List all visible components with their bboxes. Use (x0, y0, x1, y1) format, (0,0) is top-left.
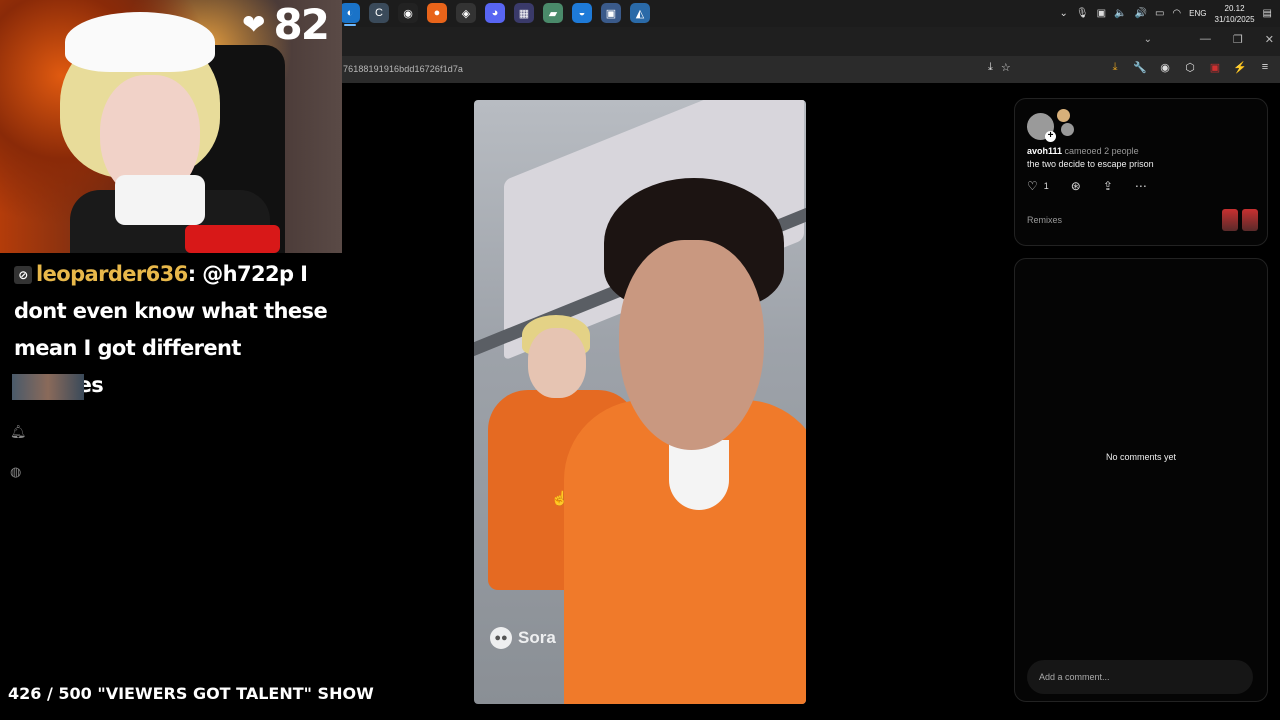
remix-button[interactable]: ⊛ (1071, 179, 1081, 193)
app-icon[interactable]: ▦ (514, 3, 534, 23)
window-controls: — ❐ ✕ (1200, 33, 1274, 46)
restore-icon[interactable]: ❐ (1233, 33, 1243, 46)
avatar-group[interactable]: + (1027, 109, 1087, 142)
install-app-icon[interactable]: ⤓ (988, 61, 993, 74)
heart-outline-icon: ♡ (1027, 179, 1038, 193)
url-text[interactable]: 76188191916bdd16726f1d7a (343, 64, 463, 74)
post-caption: the two decide to escape prison (1027, 159, 1154, 169)
more-icon: ⋯ (1134, 179, 1147, 193)
like-count: 1 (1043, 181, 1049, 191)
firefox-icon[interactable]: ● (427, 3, 447, 23)
streamer-collar (115, 175, 205, 225)
sora-watermark: ●● Sora (490, 627, 556, 649)
extensions-toolbar: ⤓ 🔧 ◉ ⬡ ▣ ⚡ ≡ (1108, 61, 1272, 74)
volume-icon[interactable]: 🔊 (1135, 8, 1147, 19)
share-button[interactable]: ⇪ (1103, 179, 1113, 193)
minimize-icon[interactable]: — (1200, 33, 1211, 46)
clock-date: 31/10/2025 (1214, 14, 1255, 24)
download-icon[interactable]: ⤓ (1108, 61, 1122, 74)
clock[interactable]: 20.12 31/10/2025 (1215, 3, 1255, 25)
network-icon[interactable]: ▭ (1155, 8, 1164, 19)
stream-title: 426 / 500 "VIEWERS GOT TALENT" SHOW (8, 684, 374, 703)
bell-icon[interactable]: 🔔︎ (10, 412, 27, 452)
microphone-icon[interactable]: 🎙 (1076, 8, 1089, 19)
mouse-cursor-icon: ☝ (551, 490, 569, 506)
more-button[interactable]: ⋯ (1135, 179, 1147, 193)
cameo-text[interactable]: cameoed 2 people (1065, 146, 1139, 156)
comment-input[interactable] (1027, 660, 1253, 694)
remix-icon: ⊛ (1070, 179, 1081, 193)
sidebar-thumbnail[interactable] (12, 374, 84, 400)
speaker-icon[interactable]: 🔈 (1114, 8, 1126, 19)
post-actions: ♡ 1 ⊛ ⇪ ⋯ (1027, 179, 1169, 193)
empty-comments-text: No comments yet (1105, 452, 1177, 462)
browser-tabbar: ⌄ — ❐ ✕ (340, 27, 1280, 56)
explorer-icon[interactable]: ▣ (601, 3, 621, 23)
address-bar-icons: ⤓ ☆ (988, 61, 1011, 74)
webcam-overlay: ❤ 82 (0, 0, 342, 253)
video-person-front-face (619, 240, 764, 450)
extension-badge-icon[interactable]: ▣ (1208, 61, 1222, 74)
cameo-avatar[interactable] (1061, 123, 1074, 136)
microphone (185, 225, 280, 253)
browser-icon[interactable]: ◒ (572, 3, 592, 23)
system-tray: ⌄ 🎙 ▣ 🔈 🔊 ▭ ◠ ENG 20.12 31/10/2025 ▤ (1060, 0, 1280, 27)
follow-plus-icon[interactable]: + (1045, 131, 1056, 142)
edge-icon[interactable]: ◐ (340, 3, 360, 26)
heart-count: 82 (273, 0, 329, 49)
profile-icon[interactable]: ◍ (10, 452, 27, 492)
remix-thumbnail[interactable] (1222, 209, 1238, 231)
heart-counter: ❤ 82 (242, 0, 330, 49)
extension-circle-icon[interactable]: ◉ (1158, 61, 1172, 74)
wifi-icon[interactable]: ◠ (1172, 8, 1181, 19)
sora-logo-icon: ●● (490, 627, 512, 649)
video-player[interactable]: ●● Sora (474, 100, 806, 704)
comment-input-wrapper (1027, 660, 1253, 694)
obs-icon[interactable]: ◉ (398, 3, 418, 23)
close-icon[interactable]: ✕ (1265, 33, 1274, 46)
sora-watermark-text: Sora (518, 628, 556, 647)
comments-panel: No comments yet (1014, 258, 1268, 702)
taskbar-apps: ◐ C ◉ ● ◈ ◕ ▦ ▰ ◒ ▣ ◭ (340, 3, 650, 26)
bookmark-star-icon[interactable]: ☆ (1001, 61, 1011, 74)
store-icon[interactable]: ◭ (630, 3, 650, 23)
cameo-line: avoh111 cameoed 2 people (1027, 146, 1139, 156)
tab-list-chevron-icon[interactable]: ⌄ (1144, 34, 1152, 45)
remixes-label: Remixes (1027, 215, 1063, 225)
notes-icon[interactable]: ▰ (543, 3, 563, 23)
camera-icon[interactable]: ▣ (1097, 8, 1106, 19)
chat-username: leoparder636 (36, 262, 188, 286)
wrench-icon[interactable]: 🔧 (1133, 61, 1147, 74)
maid-headpiece (65, 12, 215, 72)
video-person-front-shirt (669, 440, 729, 510)
post-username[interactable]: avoh111 (1027, 146, 1062, 156)
menu-icon[interactable]: ≡ (1258, 61, 1272, 74)
share-icon: ⇪ (1102, 179, 1113, 193)
discord-icon[interactable]: ◕ (485, 3, 505, 23)
cameo-avatar[interactable] (1057, 109, 1070, 122)
chevron-up-icon[interactable]: ⌄ (1060, 8, 1068, 19)
chat-badge-icon: ⊘ (14, 266, 32, 284)
remix-thumbnail[interactable] (1242, 209, 1258, 231)
video-person-back-face (528, 328, 586, 398)
remix-thumbnails (1222, 209, 1258, 231)
language-indicator[interactable]: ENG (1189, 9, 1206, 18)
chat-separator: : (187, 262, 196, 286)
notification-icon[interactable]: ▤ (1263, 8, 1272, 19)
address-bar: 76188191916bdd16726f1d7a ⤓ ☆ ⤓ 🔧 ◉ ⬡ ▣ ⚡… (340, 56, 1280, 83)
extension-blue-icon[interactable]: ⚡ (1233, 61, 1247, 74)
maps-icon[interactable]: ◈ (456, 3, 476, 23)
heart-icon: ❤ (242, 9, 266, 40)
ccleaner-icon[interactable]: C (369, 3, 389, 23)
post-info-card: + avoh111 cameoed 2 people the two decid… (1014, 98, 1268, 246)
sidebar-icons: 🔔︎ ◍ (10, 412, 27, 492)
like-button[interactable]: ♡ 1 (1027, 179, 1049, 193)
puzzle-icon[interactable]: ⬡ (1183, 61, 1197, 74)
clock-time: 20.12 (1224, 3, 1245, 13)
